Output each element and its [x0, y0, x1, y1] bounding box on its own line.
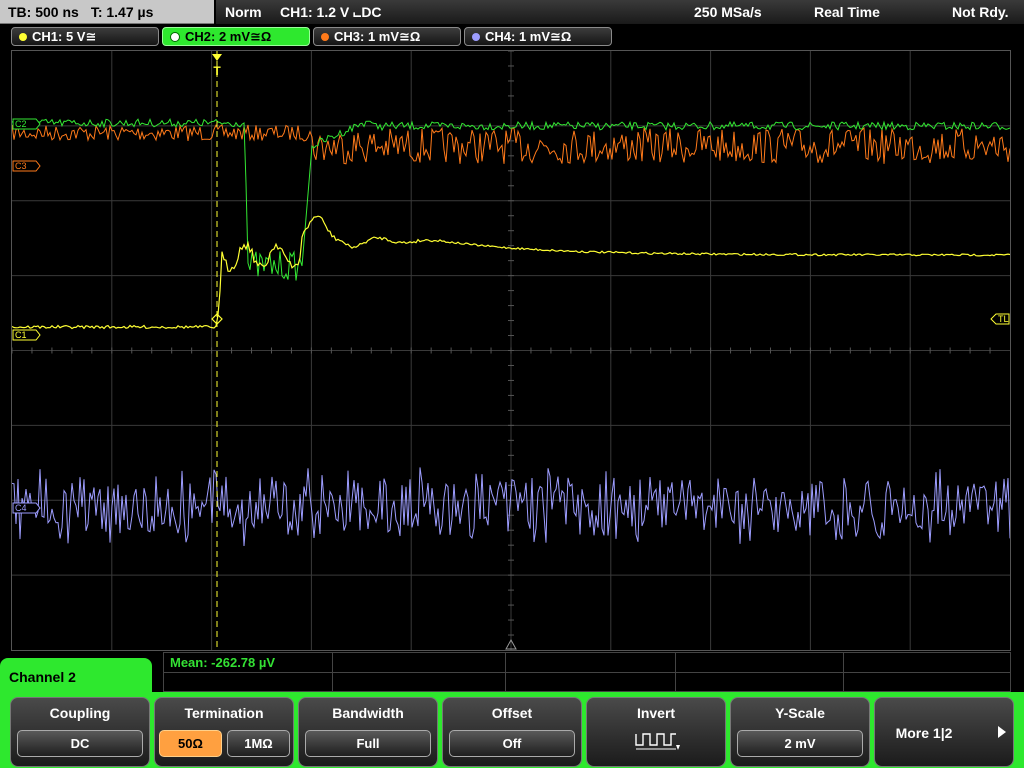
tab-ch3[interactable]: CH3: 1 mV≅Ω	[313, 27, 461, 46]
tab-ch3-label: CH3: 1 mV≅Ω	[334, 28, 421, 44]
ch3-level-marker[interactable]: C3	[12, 160, 41, 172]
ch3-marker-label: C3	[15, 161, 27, 171]
ch2-marker-label: C2	[15, 119, 27, 129]
tab-ch2-label: CH2: 2 mV≅Ω	[185, 28, 272, 44]
sample-rate: 250 MSa/s	[694, 4, 762, 20]
acquisition-status-strip: Norm CH1: 1.2 V ⨽DC 250 MSa/s Real Time …	[216, 0, 1024, 24]
coupling-label: Coupling	[49, 705, 111, 721]
ch1-marker-label: C1	[15, 330, 27, 340]
bandwidth-label: Bandwidth	[332, 705, 404, 721]
offset-label: Offset	[491, 705, 533, 721]
ch4-color-dot-icon	[472, 32, 480, 41]
acquisition-mode: Real Time	[814, 4, 880, 20]
measurement-divider	[164, 672, 1010, 673]
termination-50ohm-option[interactable]: 50Ω	[159, 730, 222, 757]
ch1-level-marker[interactable]: C1	[12, 329, 41, 341]
inverted-square-wave-icon	[635, 733, 680, 750]
trigger-mode[interactable]: Norm	[225, 4, 262, 20]
tab-ch1[interactable]: CH1: 5 V≅	[11, 27, 159, 46]
tab-ch2[interactable]: CH2: 2 mV≅Ω	[162, 27, 310, 46]
status-bar: TB: 500 ns T: 1.47 µs Norm CH1: 1.2 V ⨽D…	[0, 0, 1024, 25]
coupling-value[interactable]: DC	[17, 730, 143, 757]
ch1-color-dot-icon	[19, 32, 27, 41]
graticule	[12, 51, 1010, 650]
offset-value[interactable]: Off	[449, 730, 575, 757]
play-arrow-icon	[998, 726, 1006, 738]
tab-ch4[interactable]: CH4: 1 mV≅Ω	[464, 27, 612, 46]
waveform-display[interactable]: T C1 C2 C3 C4 TL	[11, 50, 1011, 651]
ch4-level-marker[interactable]: C4	[12, 502, 41, 514]
y-scale-label: Y-Scale	[775, 705, 825, 721]
timebase-readout[interactable]: TB: 500 ns T: 1.47 µs	[0, 0, 214, 24]
bandwidth-value[interactable]: Full	[305, 730, 431, 757]
waveform-canvas[interactable]: T C1 C2 C3 C4 TL	[12, 51, 1010, 650]
tab-ch4-label: CH4: 1 mV≅Ω	[485, 28, 572, 44]
bandwidth-softkey[interactable]: Bandwidth Full	[298, 697, 438, 767]
measurement-panel: Mean: -262.78 µV	[163, 652, 1011, 692]
tab-ch1-label: CH1: 5 V≅	[32, 28, 97, 44]
more-softkey[interactable]: More 1|2	[874, 697, 1014, 767]
channel-tabs: CH1: 5 V≅ CH2: 2 mV≅Ω CH3: 1 mV≅Ω CH4: 1…	[0, 26, 1024, 48]
coupling-softkey[interactable]: Coupling DC	[10, 697, 150, 767]
termination-softkey[interactable]: Termination 50Ω 1MΩ	[154, 697, 294, 767]
ch3-color-dot-icon	[321, 32, 329, 41]
invert-softkey[interactable]: Invert	[586, 697, 726, 767]
termination-label: Termination	[184, 705, 264, 721]
termination-1mohm-option[interactable]: 1MΩ	[227, 730, 290, 757]
trigger-pos-label: T	[213, 64, 221, 78]
timebase-value: TB: 500 ns	[8, 3, 79, 20]
trigger-level-label: TL	[998, 314, 1009, 324]
ch4-marker-label: C4	[15, 503, 27, 513]
menu-title: Channel 2	[0, 658, 152, 698]
ready-status: Not Rdy.	[952, 4, 1009, 20]
trigger-setting[interactable]: CH1: 1.2 V ⨽DC	[280, 4, 382, 21]
trigger-time-value: T: 1.47 µs	[90, 3, 154, 20]
ch2-color-dot-icon	[170, 31, 180, 42]
trigger-position-marker[interactable]: T	[212, 54, 222, 78]
invert-label: Invert	[636, 705, 676, 721]
trigger-level-marker[interactable]: TL	[990, 313, 1010, 325]
ch2-level-marker[interactable]: C2	[12, 118, 41, 130]
mean-measurement[interactable]: Mean: -262.78 µV	[170, 655, 275, 670]
offset-softkey[interactable]: Offset Off	[442, 697, 582, 767]
more-label: More 1|2	[895, 725, 953, 741]
